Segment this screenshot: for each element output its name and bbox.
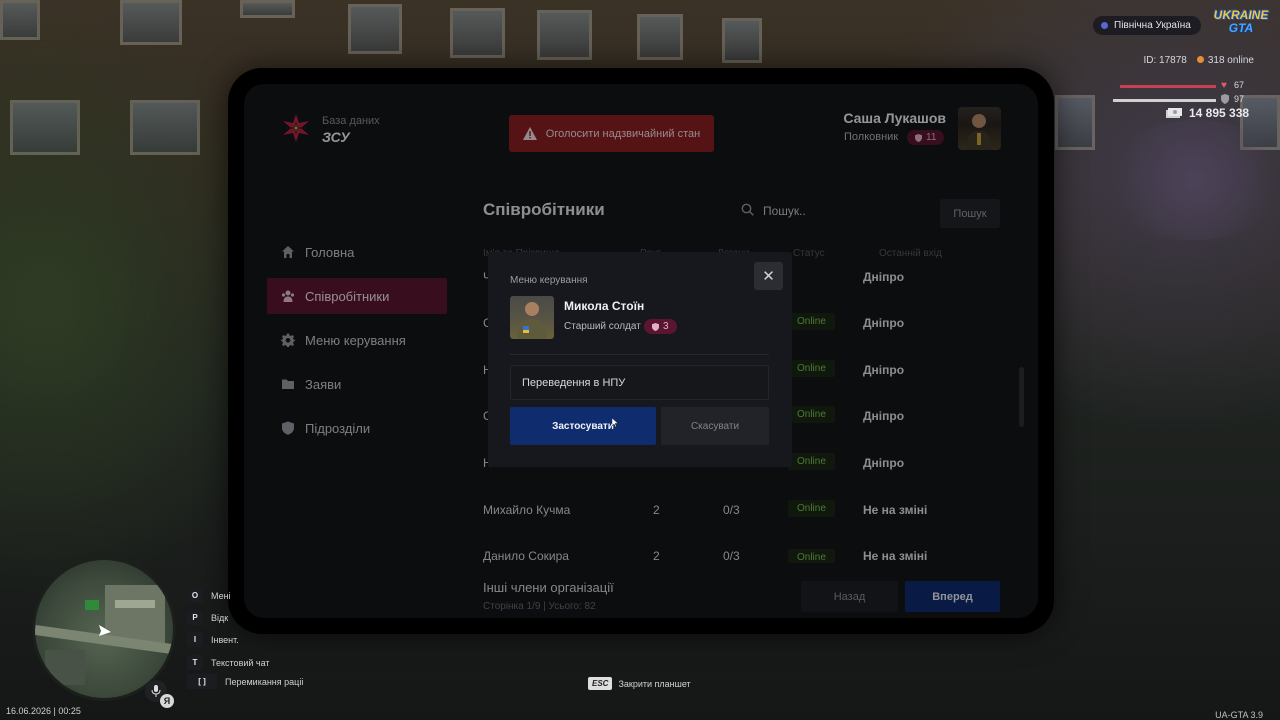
money-amount: 14 895 338 [1189,106,1250,120]
close-button[interactable]: ✕ [754,262,783,290]
player-info: ID: 17878 318 online [1143,55,1254,66]
health-value: 67 [1234,80,1245,90]
cancel-button[interactable]: Скасувати [661,407,769,445]
hint-label: Мені [211,590,231,601]
background-tree [0,180,130,420]
game-version: UA-GTA 3.9 [1215,710,1263,720]
online-count-wrapper: 318 online [1196,55,1254,66]
armor-value: 97 [1234,94,1245,104]
ukraine-gta-logo: UKRAINE GTA [1213,9,1269,39]
background-window [450,8,505,58]
apply-button[interactable]: Застосувати [510,407,656,445]
server-name: Північна Україна [1114,20,1191,31]
background-window [348,4,402,54]
background-window [10,100,80,155]
date-time: 16.06.2026 | 00:25 [6,706,81,716]
heart-icon: ♥ [1221,80,1227,91]
hint-key: P [187,610,203,625]
member-level: 3 [663,321,669,332]
close-tablet-hint: ESC Закрити планшет [588,677,691,690]
hint-open: P Відк [187,610,228,625]
hint-menu: O Мені [187,588,231,603]
armor-icon [1221,94,1229,104]
hint-label: Відк [211,612,229,623]
member-avatar [510,296,554,339]
background-window [0,0,40,40]
hint-key: I [187,632,203,647]
brand-line-2: GTA [1228,21,1254,35]
hint-text-chat: T Текстовий чат [187,655,270,670]
member-rank: Старший солдат [564,321,641,332]
background-window [130,100,200,155]
hint-label: Інвент. [211,634,239,645]
member-level-badge: 3 [644,319,677,334]
hint-label: Текстовий чат [211,657,270,668]
hint-key: [ ] [187,674,217,689]
shield-icon [652,322,659,331]
background-window [240,0,295,18]
armor-bar [1113,99,1216,102]
voice-language-badge: Я [160,694,174,708]
hint-inventory: I Інвент. [187,632,239,647]
server-badge: Північна Україна [1093,16,1201,35]
health-bar [1120,85,1216,88]
background-tree [1100,120,1280,240]
hint-label: Перемикання раціі [225,676,304,687]
member-name: Микола Стоїн [564,299,645,313]
hint-key: O [187,588,203,603]
background-window [1055,95,1095,150]
server-icon [1101,22,1108,29]
hint-key: T [187,655,203,670]
member-portrait-icon [517,302,547,339]
money-icon [1166,108,1182,118]
hint-radio: [ ] Перемикання раціі [187,674,303,689]
action-select[interactable]: Переведення в НПУ [510,365,769,400]
player-id: ID: 17878 [1143,55,1187,66]
modal-title: Меню керування [510,275,588,286]
close-icon: ✕ [762,267,775,285]
background-window [722,18,762,63]
esc-key: ESC [588,677,613,690]
mouse-cursor-icon [612,418,618,427]
online-count: 318 online [1207,55,1254,66]
background-window [537,10,592,60]
microphone-icon [151,685,161,697]
background-window [637,14,683,60]
background-window [120,0,182,45]
modal-divider [510,354,769,355]
online-icon [1196,56,1204,63]
close-tablet-label: Закрити планшет [618,678,691,689]
